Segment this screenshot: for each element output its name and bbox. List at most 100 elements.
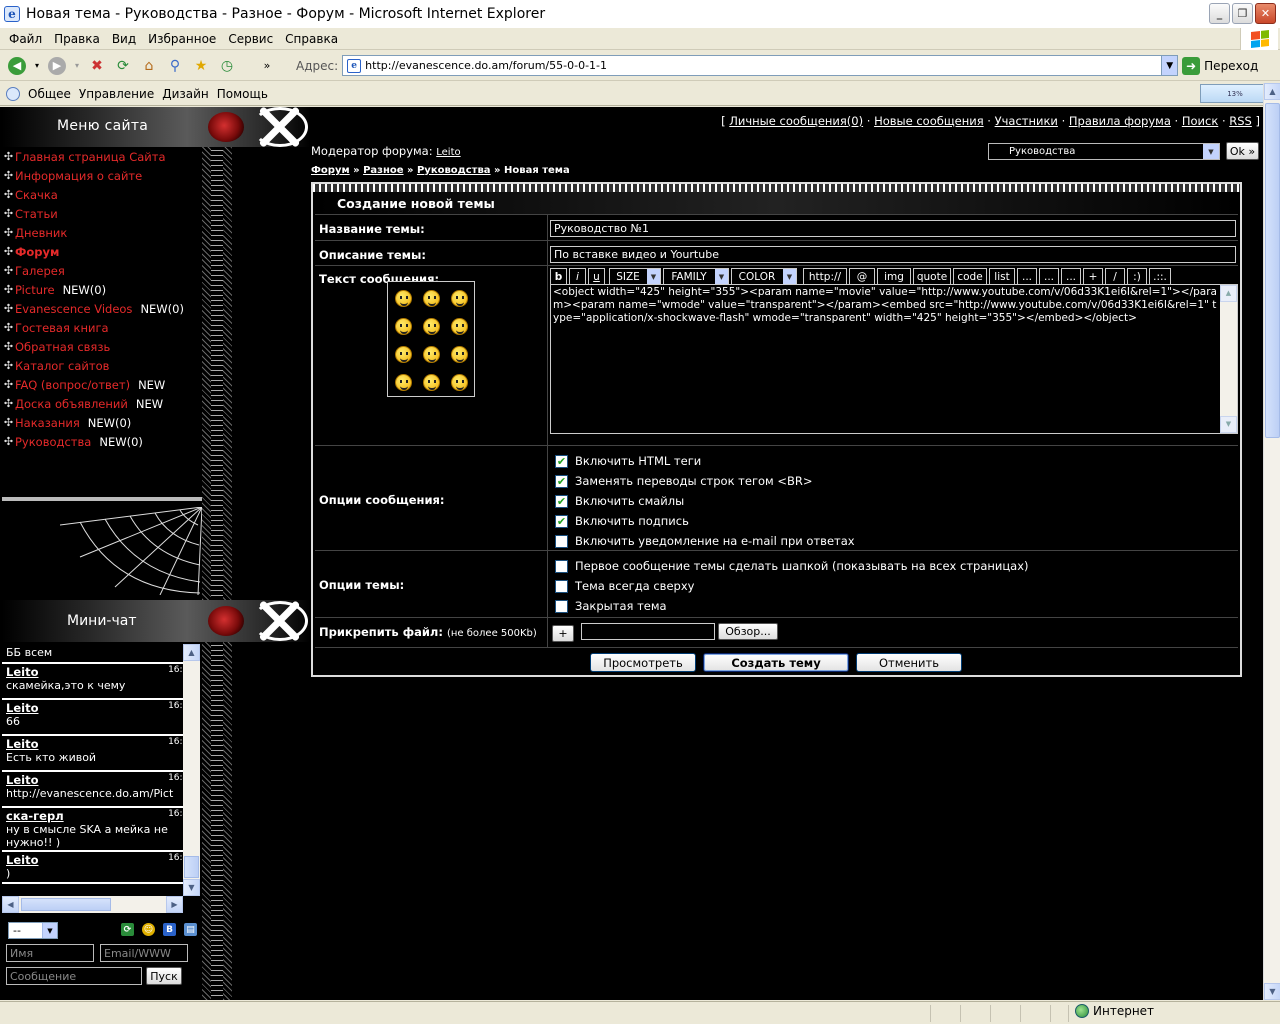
- bbcode-url-button[interactable]: http://: [803, 268, 847, 285]
- nav-link[interactable]: Обратная связь: [15, 340, 110, 354]
- home-icon[interactable]: ⌂: [138, 55, 160, 77]
- nav-item[interactable]: ✣ Наказания NEW(0): [2, 413, 202, 432]
- smile-icon[interactable]: [451, 318, 468, 335]
- bbcode-italic-button[interactable]: i: [569, 268, 586, 285]
- chat-text[interactable]: http://evanescence.do.am/Pict: [6, 787, 196, 800]
- nav-item[interactable]: ✣ Главная страница Сайта: [2, 147, 202, 166]
- bbcode-email-button[interactable]: @: [849, 268, 875, 285]
- smile-icon[interactable]: ☺: [142, 923, 155, 936]
- smile-icon[interactable]: [451, 374, 468, 391]
- link-members[interactable]: Участники: [995, 114, 1058, 128]
- address-field[interactable]: e http://evanescence.do.am/forum/55-0-0-…: [342, 55, 1179, 76]
- nav-link[interactable]: Галерея: [15, 264, 65, 278]
- link-rss[interactable]: RSS: [1229, 114, 1252, 128]
- bbcode-color-select[interactable]: COLOR ▼: [731, 268, 797, 285]
- bbcode-extra-button[interactable]: ...: [1017, 268, 1037, 285]
- topic-desc-input[interactable]: По вставке видео и Yourtube: [550, 246, 1236, 263]
- nav-link[interactable]: Скачка: [15, 188, 58, 202]
- nav-link[interactable]: Главная страница Сайта: [15, 150, 166, 164]
- option-header-post[interactable]: Первое сообщение темы сделать шапкой (по…: [555, 559, 1029, 573]
- stop-icon[interactable]: ✖: [86, 55, 108, 77]
- nav-link[interactable]: Руководства: [15, 435, 91, 449]
- window-icon[interactable]: ▤: [184, 923, 197, 936]
- smile-icon[interactable]: [451, 290, 468, 307]
- bbcode-size-select[interactable]: SIZE ▼: [609, 268, 661, 285]
- scroll-thumb[interactable]: [184, 856, 199, 878]
- bbcode-underline-button[interactable]: u: [588, 268, 605, 285]
- smile-icon[interactable]: [423, 374, 440, 391]
- smile-icon[interactable]: [451, 346, 468, 363]
- option-sticky[interactable]: Тема всегда сверху: [555, 579, 694, 593]
- message-textarea[interactable]: <object width="425" height="355"><param …: [550, 284, 1238, 434]
- back-dropdown-icon[interactable]: ▾: [32, 55, 42, 77]
- option-smiles[interactable]: ✔ Включить смайлы: [555, 494, 684, 508]
- nav-link[interactable]: Информация о сайте: [15, 169, 142, 183]
- page-vertical-scrollbar[interactable]: ▲ ▼: [1263, 83, 1280, 1000]
- scroll-right-icon[interactable]: ▶: [166, 896, 183, 913]
- menu-view[interactable]: Вид: [106, 32, 142, 46]
- bbcode-slash-button[interactable]: /: [1105, 268, 1125, 285]
- go-button[interactable]: ➜ Переход: [1182, 56, 1258, 75]
- chat-message-input[interactable]: Сообщение: [6, 967, 142, 985]
- crumb-misc[interactable]: Разное: [363, 165, 403, 176]
- crumb-forum[interactable]: Форум: [311, 165, 350, 176]
- scroll-down-icon[interactable]: ▼: [1264, 983, 1280, 1000]
- attach-file-input[interactable]: [581, 623, 715, 640]
- checkbox-checked-icon[interactable]: ✔: [555, 514, 568, 528]
- menu-favorites[interactable]: Избранное: [142, 32, 222, 46]
- chat-smile-select[interactable]: -- ▼: [8, 922, 58, 939]
- link-private-messages[interactable]: Личные сообщения(0): [729, 114, 863, 128]
- nav-link[interactable]: Picture: [15, 283, 55, 297]
- forum-jump-select[interactable]: Руководства ▼: [988, 143, 1220, 160]
- nav-item[interactable]: ✣ Picture NEW(0): [2, 280, 202, 299]
- bold-icon[interactable]: B: [163, 923, 176, 936]
- scroll-down-icon[interactable]: ▼: [183, 879, 200, 896]
- zoom-indicator[interactable]: 13%: [1200, 84, 1270, 103]
- forum-jump-ok-button[interactable]: Ok »: [1226, 142, 1259, 160]
- scroll-up-icon[interactable]: ▲: [183, 644, 200, 661]
- nav-link[interactable]: Каталог сайтов: [15, 359, 109, 373]
- nav-item[interactable]: ✣ Evanescence Videos NEW(0): [2, 299, 202, 318]
- minimize-button[interactable]: _: [1209, 3, 1230, 24]
- checkbox-unchecked-icon[interactable]: [555, 559, 568, 573]
- search-icon[interactable]: ⚲: [164, 55, 186, 77]
- history-icon[interactable]: ◷: [216, 55, 238, 77]
- nav-item[interactable]: ✣ Скачка: [2, 185, 202, 204]
- checkbox-checked-icon[interactable]: ✔: [555, 474, 568, 488]
- option-closed[interactable]: Закрытая тема: [555, 599, 667, 613]
- bbcode-img-button[interactable]: img: [877, 268, 911, 285]
- bbcode-extra-button[interactable]: ...: [1061, 268, 1081, 285]
- create-topic-button[interactable]: Создать тему: [703, 653, 849, 672]
- nav-item[interactable]: ✣ Гостевая книга: [2, 318, 202, 337]
- option-br[interactable]: ✔ Заменять переводы строк тегом <BR>: [555, 474, 813, 488]
- nav-item[interactable]: ✣ Статьи: [2, 204, 202, 223]
- nav-link[interactable]: Наказания: [15, 416, 80, 430]
- refresh-icon[interactable]: ⟳: [112, 55, 134, 77]
- menu-tools[interactable]: Сервис: [222, 32, 279, 46]
- favorites-icon[interactable]: ★: [190, 55, 212, 77]
- link-help[interactable]: Помощь: [213, 87, 272, 101]
- nav-item[interactable]: ✣ Доска объявлений NEW: [2, 394, 202, 413]
- link-new-messages[interactable]: Новые сообщения: [874, 114, 984, 128]
- link-design[interactable]: Дизайн: [158, 87, 213, 101]
- nav-item[interactable]: ✣ Руководства NEW(0): [2, 432, 202, 451]
- scroll-left-icon[interactable]: ◀: [2, 896, 19, 913]
- nav-item[interactable]: ✣ Галерея: [2, 261, 202, 280]
- preview-button[interactable]: Просмотреть: [590, 653, 696, 672]
- textarea-scrollbar[interactable]: ▲ ▼: [1220, 285, 1237, 433]
- chat-email-input[interactable]: Email/WWW: [100, 944, 188, 962]
- moderator-link[interactable]: Leito: [436, 147, 460, 158]
- maximize-button[interactable]: ❐: [1232, 3, 1253, 24]
- link-search[interactable]: Поиск: [1182, 114, 1218, 128]
- scroll-down-icon[interactable]: ▼: [1220, 416, 1237, 433]
- smile-icon[interactable]: [395, 374, 412, 391]
- checkbox-unchecked-icon[interactable]: [555, 599, 568, 613]
- nav-link[interactable]: FAQ (вопрос/ответ): [15, 378, 130, 392]
- nav-link[interactable]: Статьи: [15, 207, 58, 221]
- nav-item[interactable]: ✣ FAQ (вопрос/ответ) NEW: [2, 375, 202, 394]
- smile-icon[interactable]: [423, 346, 440, 363]
- back-button[interactable]: ◀: [6, 55, 28, 77]
- chat-vertical-scrollbar[interactable]: ▲ ▼: [183, 644, 200, 896]
- menu-help[interactable]: Справка: [279, 32, 344, 46]
- nav-item[interactable]: ✣ Дневник: [2, 223, 202, 242]
